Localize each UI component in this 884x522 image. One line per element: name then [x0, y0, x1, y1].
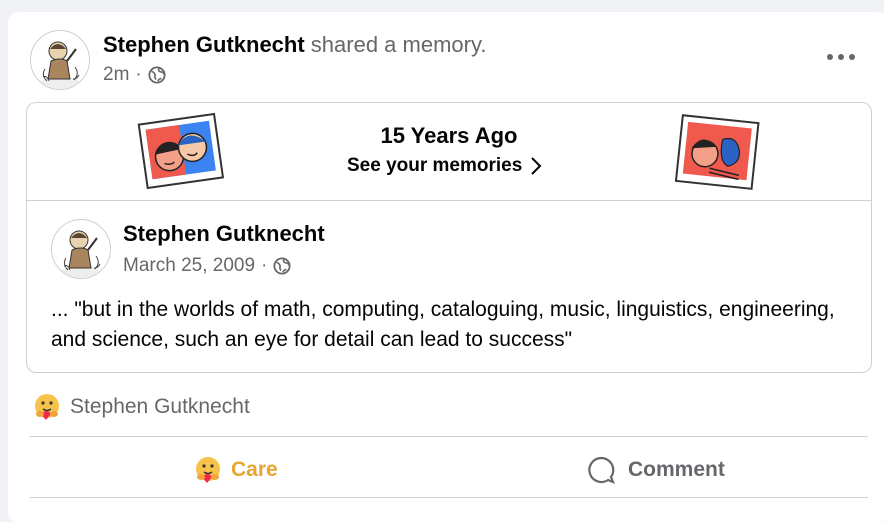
comment-label: Comment: [628, 458, 725, 481]
meta-separator: ·: [261, 255, 268, 276]
globe-icon[interactable]: [148, 66, 166, 84]
reactions-summary[interactable]: Stephen Gutknecht: [32, 392, 250, 422]
author-avatar[interactable]: [30, 30, 90, 90]
care-label: Care: [231, 458, 278, 481]
author-name[interactable]: Stephen Gutknecht: [103, 32, 305, 57]
post-card: Stephen Gutknecht shared a memory. 2m ·: [8, 12, 884, 522]
memory-card: 15 Years Ago See your memories Stephen G…: [26, 102, 872, 373]
meta-separator: ·: [135, 64, 142, 85]
shared-post-meta: March 25, 2009 ·: [123, 255, 291, 277]
care-emoji-icon: [196, 457, 220, 483]
memory-photo-right-icon: [674, 114, 760, 190]
post-action-text: shared a memory.: [304, 32, 487, 57]
post-header: Stephen Gutknecht shared a memory.: [103, 32, 486, 58]
divider: [30, 497, 868, 498]
more-options-icon[interactable]: [826, 48, 856, 68]
care-button[interactable]: Care: [193, 450, 278, 490]
reaction-names: Stephen Gutknecht: [70, 395, 250, 418]
see-memories-link[interactable]: See your memories: [347, 155, 542, 177]
post-time[interactable]: 2m: [103, 64, 129, 86]
chevron-right-icon: [531, 157, 542, 175]
memory-banner: 15 Years Ago See your memories: [27, 103, 871, 201]
post-meta: 2m ·: [103, 64, 166, 86]
care-emoji-icon: [35, 394, 59, 420]
comment-button[interactable]: Comment: [586, 450, 725, 490]
shared-post-date[interactable]: March 25, 2009: [123, 255, 255, 277]
shared-post-author[interactable]: Stephen Gutknecht: [123, 221, 325, 247]
see-memories-label: See your memories: [347, 155, 523, 176]
comment-icon: [588, 456, 615, 484]
shared-post-avatar[interactable]: [51, 219, 111, 279]
shared-post-text: ... "but in the worlds of math, computin…: [51, 298, 835, 351]
divider: [30, 436, 868, 437]
globe-icon[interactable]: [273, 257, 291, 275]
